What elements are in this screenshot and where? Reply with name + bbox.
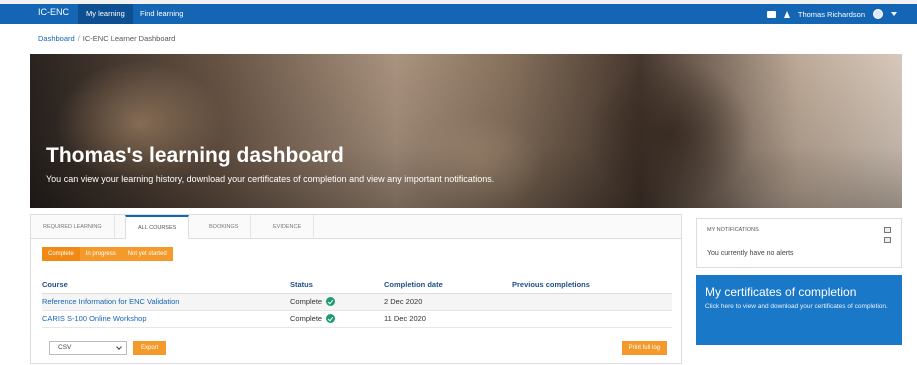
column-header-completion-date[interactable]: Completion date — [384, 277, 512, 294]
notifications-bell-icon[interactable] — [783, 10, 790, 18]
tab-all-courses[interactable]: ALL COURSES — [125, 215, 190, 239]
tab-evidence[interactable]: EVIDENCE — [261, 215, 315, 239]
previous-completions-cell — [512, 293, 672, 311]
print-full-log-button[interactable]: Print full log — [621, 341, 667, 355]
nav-tab-my-learning[interactable]: My learning — [78, 4, 133, 24]
hero-image-overlay — [30, 54, 902, 208]
chevron-down-icon — [116, 344, 122, 350]
notifications-panel: MY NOTIFICATIONS You currently have no a… — [696, 218, 902, 268]
previous-completions-cell — [512, 310, 672, 328]
column-header-previous-completions[interactable]: Previous completions — [512, 277, 672, 294]
export-format-select[interactable]: CSV — [49, 341, 127, 355]
certificates-panel[interactable]: My certificates of completion Click here… — [696, 275, 902, 345]
brand-logo[interactable]: IC-ENC — [38, 7, 69, 17]
check-circle-icon — [326, 314, 336, 324]
settings-icon[interactable] — [884, 237, 891, 243]
table-row: Reference Information for ENC Validation… — [42, 293, 672, 311]
table-header-row: Course Status Completion date Previous c… — [42, 277, 672, 294]
page-title: Thomas's learning dashboard — [46, 144, 344, 167]
completion-date-cell: 2 Dec 2020 — [384, 293, 512, 311]
breadcrumb-separator: / — [77, 34, 80, 43]
notifications-title: MY NOTIFICATIONS — [707, 227, 759, 233]
expand-icon[interactable] — [884, 227, 891, 233]
user-menu-chevron-down-icon[interactable] — [891, 12, 897, 16]
course-link[interactable]: CARIS S-100 Online Workshop — [42, 314, 147, 323]
export-format-value: CSV — [58, 344, 72, 351]
nav-user-area: Thomas Richardson — [766, 4, 897, 24]
course-cell: Reference Information for ENC Validation — [42, 293, 290, 311]
hero-banner: Thomas's learning dashboard You can view… — [30, 54, 902, 208]
status-cell: Complete — [290, 310, 384, 328]
notifications-empty-message: You currently have no alerts — [707, 250, 794, 257]
learning-tabs: REQUIRED LEARNING ALL COURSES BOOKINGS E… — [31, 215, 681, 239]
certificates-description: Click here to view and download your cer… — [705, 303, 888, 310]
table-row: CARIS S-100 Online Workshop Complete 11 … — [42, 310, 672, 328]
user-name[interactable]: Thomas Richardson — [798, 10, 865, 19]
certificates-title: My certificates of completion — [705, 285, 857, 299]
course-link[interactable]: Reference Information for ENC Validation — [42, 297, 179, 306]
filter-in-progress-button[interactable]: In progress — [80, 247, 122, 261]
course-cell: CARIS S-100 Online Workshop — [42, 310, 290, 328]
learning-card: REQUIRED LEARNING ALL COURSES BOOKINGS E… — [30, 214, 682, 364]
tab-required-learning[interactable]: REQUIRED LEARNING — [31, 215, 115, 239]
hero-subtitle: You can view your learning history, down… — [46, 174, 495, 184]
filter-not-yet-started-button[interactable]: Not yet started — [122, 247, 173, 261]
breadcrumb-dashboard-link[interactable]: Dashboard — [38, 34, 75, 43]
messages-icon[interactable] — [766, 10, 776, 18]
status-text: Complete — [290, 296, 323, 306]
courses-table: Course Status Completion date Previous c… — [42, 277, 672, 328]
avatar[interactable] — [873, 9, 883, 19]
export-button[interactable]: Export — [133, 341, 167, 355]
top-navbar: IC-ENC My learning Find learning Thomas … — [0, 0, 917, 24]
completion-date-cell: 11 Dec 2020 — [384, 310, 512, 328]
nav-tab-find-learning[interactable]: Find learning — [132, 4, 191, 24]
column-header-status[interactable]: Status — [290, 277, 384, 294]
status-cell: Complete — [290, 293, 384, 311]
status-text: Complete — [290, 313, 323, 323]
check-circle-icon — [326, 297, 336, 307]
filter-complete-button[interactable]: Complete — [42, 247, 80, 261]
status-filter-group: Complete In progress Not yet started — [42, 247, 173, 261]
tab-bookings[interactable]: BOOKINGS — [197, 215, 252, 239]
column-header-course[interactable]: Course — [42, 277, 290, 294]
breadcrumb-current: IC-ENC Learner Dashboard — [82, 34, 176, 43]
breadcrumb: Dashboard / IC-ENC Learner Dashboard — [38, 34, 175, 43]
